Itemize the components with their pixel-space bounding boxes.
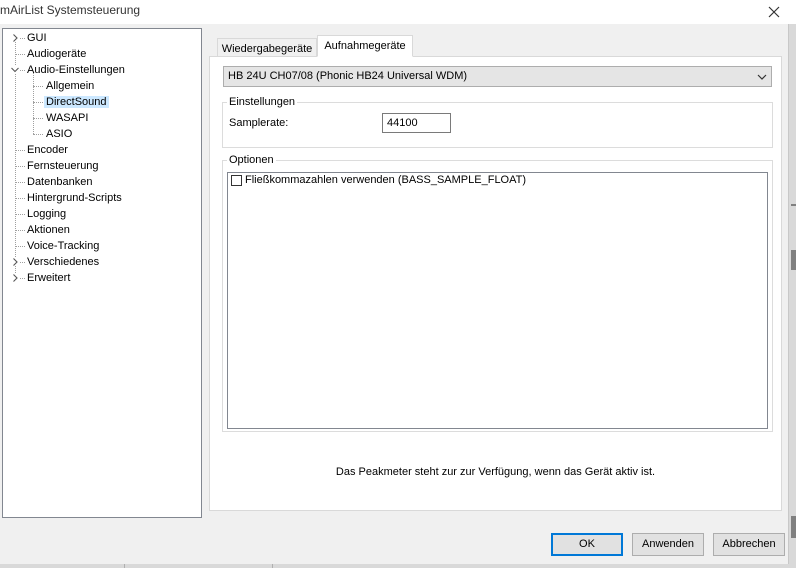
tree-item-label: Encoder (27, 144, 68, 156)
ok-button[interactable]: OK (551, 533, 623, 556)
tree-connector (33, 118, 43, 119)
tree-connector (15, 150, 25, 151)
device-select[interactable]: HB 24U CH07/08 (Phonic HB24 Universal WD… (223, 66, 772, 87)
tree-item-verschiedenes[interactable]: Verschiedenes (25, 254, 101, 270)
settings-group-label: Einstellungen (227, 96, 298, 108)
window-title: mAirList Systemsteuerung (0, 3, 141, 17)
tree-item-label: Aktionen (27, 224, 70, 236)
title-bar: mAirList Systemsteuerung (0, 0, 796, 24)
samplerate-input[interactable] (382, 113, 451, 133)
tree-item-label: Audio-Einstellungen (27, 64, 125, 76)
settings-tree[interactable]: GUI Audiogeräte Audio-Einstellungen Allgeme… (2, 28, 202, 518)
tree-item-logging[interactable]: Logging (25, 206, 68, 222)
options-group-label: Optionen (227, 154, 276, 166)
background-window-edge-bottom (0, 564, 796, 568)
tree-item-directsound[interactable]: DirectSound (44, 94, 109, 110)
settings-group (222, 102, 773, 148)
background-window-edge (788, 24, 796, 568)
samplerate-label: Samplerate: (229, 117, 289, 129)
tree-item-aktionen[interactable]: Aktionen (25, 222, 72, 238)
tree-connector (33, 102, 43, 103)
tree-connector (15, 246, 25, 247)
chevron-right-icon[interactable] (11, 34, 19, 42)
close-button[interactable] (752, 0, 796, 24)
tree-item-label: Verschiedenes (27, 256, 100, 268)
tree-item-label: Audiogeräte (27, 48, 87, 60)
tree-item-audiogerate[interactable]: Audiogeräte (25, 46, 88, 62)
tree-item-label: Voice-Tracking (27, 240, 100, 252)
background-mark (791, 250, 796, 270)
apply-button[interactable]: Anwenden (632, 533, 704, 556)
tree-connector (33, 72, 34, 134)
tree-item-label: Erweitert (27, 272, 71, 284)
cancel-button[interactable]: Abbrechen (713, 533, 785, 556)
tree-connector (15, 214, 25, 215)
tree-item-hintergrund-scripts[interactable]: Hintergrund-Scripts (25, 190, 124, 206)
tree-item-label: DirectSound (44, 96, 109, 108)
chevron-down-icon (757, 74, 767, 80)
tree-item-wasapi[interactable]: WASAPI (44, 110, 90, 126)
tree-item-label: Fernsteuerung (27, 160, 99, 172)
tree-item-allgemein[interactable]: Allgemein (44, 78, 96, 94)
tree-item-audio-einstellungen[interactable]: Audio-Einstellungen (25, 62, 127, 78)
tree-item-label: GUI (27, 32, 47, 44)
tree-item-erweitert[interactable]: Erweitert (25, 270, 72, 286)
float-checkbox-label[interactable]: Fließkommazahlen verwenden (BASS_SAMPLE_… (245, 174, 526, 186)
tree-item-label: Logging (27, 208, 67, 220)
tab-aufnahmegeraete[interactable]: Aufnahmegeräte (317, 35, 413, 57)
background-mark (791, 516, 796, 538)
tree-connector (33, 86, 43, 87)
tree-item-label: Datenbanken (27, 176, 93, 188)
tree-item-label: WASAPI (46, 112, 89, 124)
tree-item-label: Allgemein (46, 80, 95, 92)
tree-item-voice-tracking[interactable]: Voice-Tracking (25, 238, 101, 254)
options-list[interactable] (227, 172, 768, 429)
background-divider (124, 564, 125, 568)
tree-connector (15, 230, 25, 231)
tree-item-label: ASIO (46, 128, 73, 140)
tree-connector (33, 134, 43, 135)
tree-item-gui[interactable]: GUI (25, 30, 49, 46)
device-select-value: HB 24U CH07/08 (Phonic HB24 Universal WD… (228, 70, 468, 82)
tree-item-label: Hintergrund-Scripts (27, 192, 122, 204)
background-divider (272, 564, 273, 568)
tree-connector (15, 198, 25, 199)
tree-item-asio[interactable]: ASIO (44, 126, 74, 142)
tree-item-datenbanken[interactable]: Datenbanken (25, 174, 94, 190)
tree-item-encoder[interactable]: Encoder (25, 142, 70, 158)
tab-wiedergabegeraete[interactable]: Wiedergabegeräte (217, 38, 317, 58)
background-mark (791, 204, 796, 206)
peakmeter-info: Das Peakmeter steht zur zur Verfügung, w… (335, 466, 656, 478)
tree-item-fernsteuerung[interactable]: Fernsteuerung (25, 158, 101, 174)
close-icon (768, 6, 780, 18)
chevron-down-icon[interactable] (11, 66, 19, 74)
float-checkbox[interactable] (231, 175, 242, 186)
tree-connector (15, 54, 25, 55)
tree-connector (15, 182, 25, 183)
chevron-right-icon[interactable] (11, 274, 19, 282)
chevron-right-icon[interactable] (11, 258, 19, 266)
tree-connector (15, 166, 25, 167)
